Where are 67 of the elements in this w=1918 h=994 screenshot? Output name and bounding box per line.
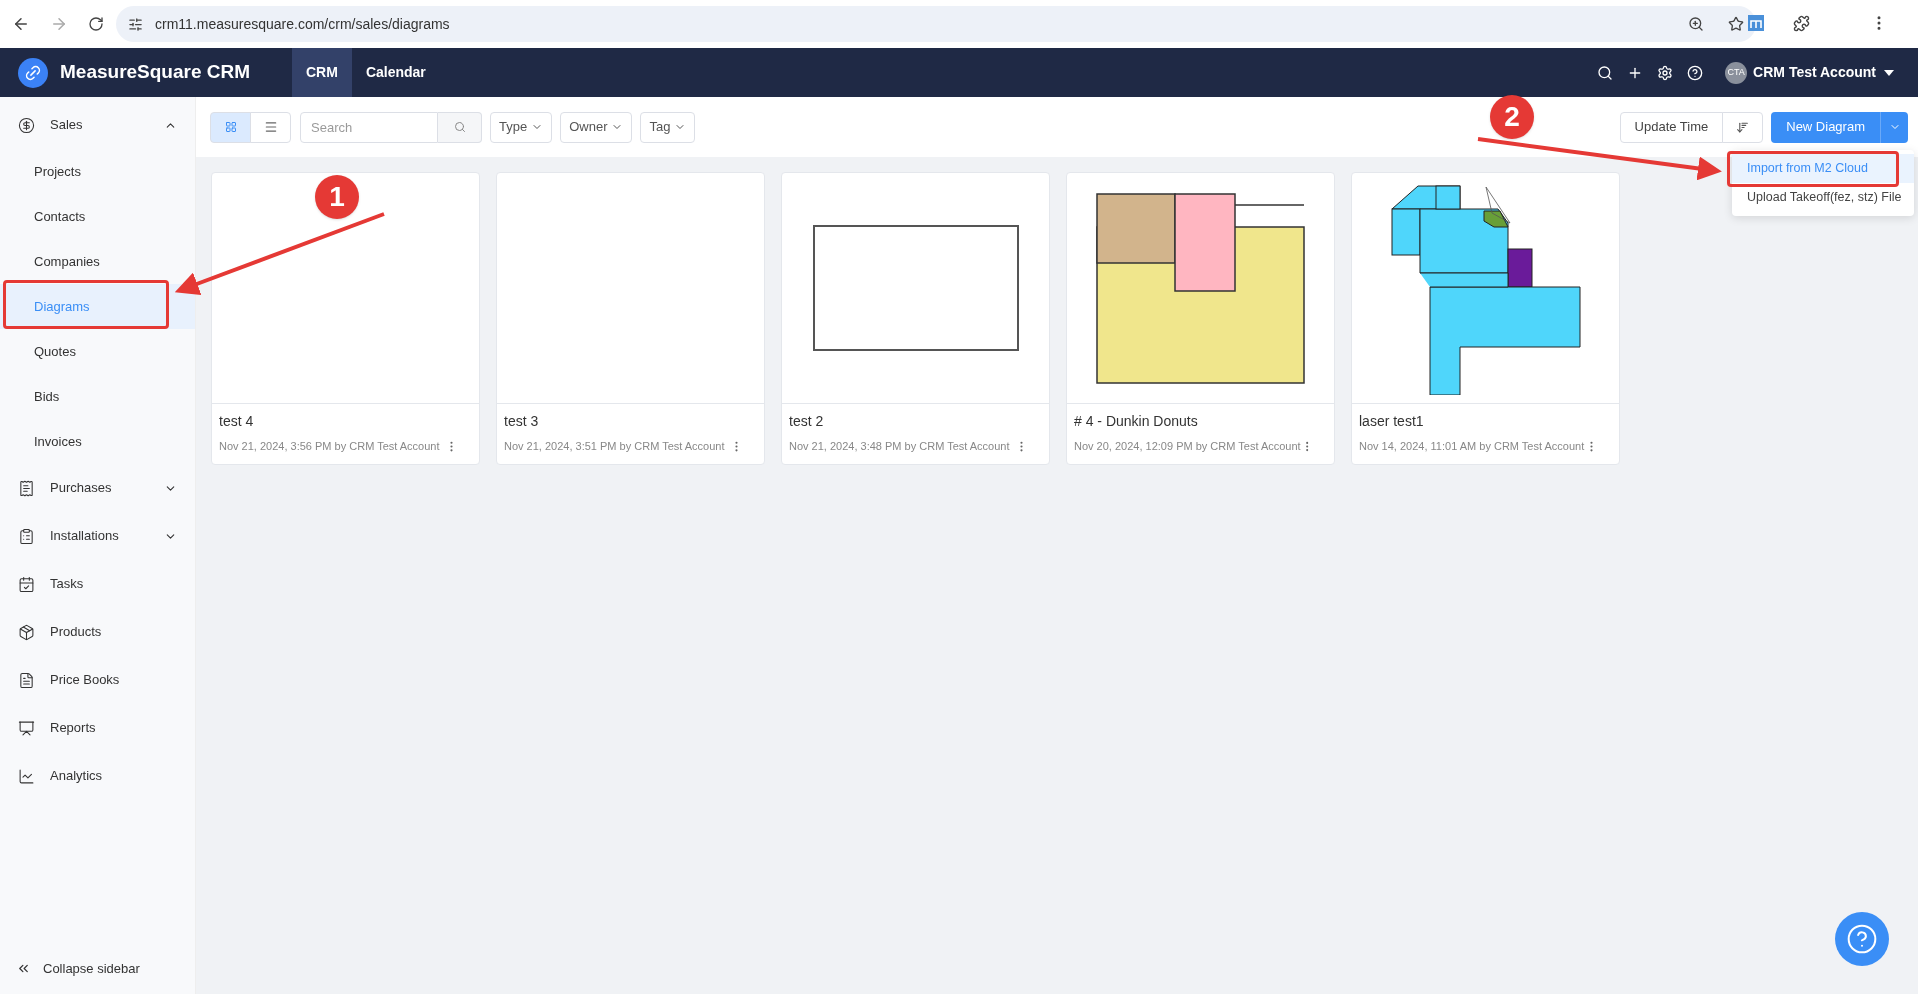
- diagram-card[interactable]: # 4 - Dunkin Donuts Nov 20, 2024, 12:09 PM by CRM Test Account: [1066, 172, 1335, 465]
- card-title: test 2: [789, 412, 825, 431]
- filter-dropdown[interactable]: Type: [490, 111, 553, 143]
- sidebar-item[interactable]: Installations: [0, 512, 195, 560]
- settings-icon[interactable]: [1657, 64, 1674, 81]
- search-icon[interactable]: [1597, 64, 1614, 81]
- diagram-card[interactable]: test 2 Nov 21, 2024, 3:48 PM by CRM Test Account: [781, 172, 1050, 465]
- sidebar-icon: [18, 527, 35, 545]
- dropdown-toggle[interactable]: [1880, 111, 1908, 143]
- collapse-sidebar[interactable]: Collapse sidebar: [0, 958, 195, 978]
- card-title: test 4: [219, 412, 255, 431]
- app-name: MeasureSquare CRM: [60, 60, 251, 85]
- sidebar-icon: [18, 719, 35, 737]
- list-icon: [263, 120, 278, 134]
- address-bar[interactable]: crm11.measuresquare.com/crm/sales/diagrams: [116, 6, 1756, 42]
- menu-item[interactable]: Upload Takeoff(fez, stz) File: [1732, 183, 1914, 212]
- card-title: laser test1: [1359, 412, 1425, 431]
- sort-icon: [1736, 120, 1750, 134]
- sidebar-subitem[interactable]: Projects: [0, 149, 195, 194]
- card-title: # 4 - Dunkin Donuts: [1074, 412, 1199, 431]
- sidebar-subitem[interactable]: Bids: [0, 374, 195, 419]
- sidebar-item[interactable]: Products: [0, 608, 195, 656]
- url-text: crm11.measuresquare.com/crm/sales/diagrams: [155, 14, 451, 34]
- card-meta: Nov 21, 2024, 3:56 PM by CRM Test Account: [219, 439, 441, 454]
- nav-tab[interactable]: Calendar: [351, 48, 440, 97]
- caret-icon: [1884, 69, 1894, 76]
- filter-dropdown[interactable]: Tag: [640, 111, 696, 143]
- nav-tab[interactable]: CRM: [292, 48, 352, 97]
- sidebar-icon: [18, 671, 35, 689]
- sidebar-item[interactable]: Tasks: [0, 560, 195, 608]
- search-field[interactable]: Search: [300, 111, 438, 143]
- help-icon[interactable]: [1687, 64, 1704, 81]
- card-meta: Nov 21, 2024, 3:48 PM by CRM Test Account: [789, 439, 1011, 454]
- sidebar-item[interactable]: Price Books: [0, 656, 195, 704]
- sidebar-icon: [18, 623, 35, 641]
- sidebar-subitem[interactable]: Invoices: [0, 419, 195, 464]
- card-meta: Nov 14, 2024, 11:01 AM by CRM Test Account: [1359, 439, 1585, 454]
- site-settings-icon[interactable]: [128, 16, 143, 32]
- sidebar-item[interactable]: Purchases: [0, 464, 195, 512]
- grid-icon: [224, 121, 237, 133]
- sidebar-subitem[interactable]: Companies: [0, 239, 195, 284]
- sidebar-icon: [18, 116, 35, 134]
- back-icon[interactable]: [12, 15, 30, 33]
- card-title: test 3: [504, 412, 540, 431]
- logo-icon: [18, 57, 48, 88]
- sidebar-subitem[interactable]: Contacts: [0, 194, 195, 239]
- help-icon: [1846, 923, 1878, 955]
- filter-dropdown[interactable]: Owner: [560, 111, 633, 143]
- card-meta: Nov 21, 2024, 3:51 PM by CRM Test Account: [504, 439, 726, 454]
- sidebar-item[interactable]: Sales: [0, 101, 195, 149]
- sidebar-subitem[interactable]: Quotes: [0, 329, 195, 374]
- sidebar-icon: [18, 479, 35, 497]
- card-meta: Nov 20, 2024, 12:09 PM by CRM Test Account: [1074, 439, 1301, 454]
- diagram-card[interactable]: laser test1 Nov 14, 2024, 11:01 AM by CRM Test Account: [1351, 172, 1620, 465]
- sidebar-icon: [18, 575, 35, 593]
- extensions-icon[interactable]: [1793, 14, 1810, 32]
- account-menu[interactable]: CRM Test Account: [1753, 62, 1894, 83]
- zoom-icon[interactable]: [1688, 16, 1704, 32]
- diagram-card[interactable]: test 3 Nov 21, 2024, 3:51 PM by CRM Test Account: [496, 172, 765, 465]
- reload-icon[interactable]: [88, 16, 104, 32]
- bookmark-icon[interactable]: [1728, 16, 1744, 32]
- sort-field-button[interactable]: Update Time: [1619, 111, 1724, 143]
- sidebar-item[interactable]: Reports: [0, 704, 195, 752]
- sidebar-icon: [18, 767, 35, 785]
- search-icon: [453, 121, 466, 133]
- sidebar-item[interactable]: Analytics: [0, 752, 195, 800]
- collapse-label: Collapse sidebar: [43, 959, 140, 978]
